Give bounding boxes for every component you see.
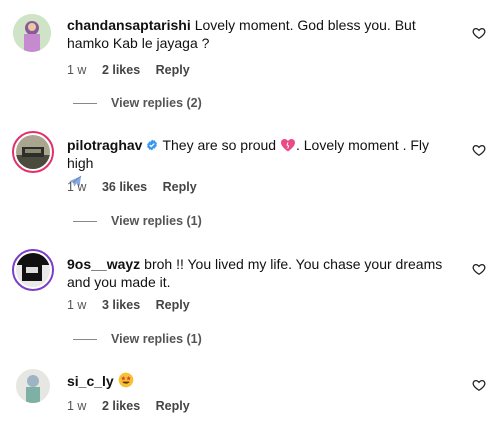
comment-text: si_c_ly (67, 372, 458, 390)
divider-line (73, 339, 97, 341)
comment-body: They are so proud (162, 137, 277, 153)
reply-button[interactable]: Reply (156, 298, 190, 312)
view-replies-label: View replies (2) (111, 96, 202, 110)
username[interactable]: chandansaptarishi (67, 17, 191, 33)
comment-text: chandansaptarishi Lovely moment. God bles… (67, 16, 458, 52)
view-replies-label: View replies (1) (111, 332, 202, 346)
pink-heart-emoji (280, 138, 295, 152)
view-replies-button[interactable]: View replies (1) (73, 214, 202, 228)
username[interactable]: si_c_ly (67, 373, 114, 389)
comment-age: 1 w (67, 298, 87, 312)
star-struck-emoji (118, 372, 134, 388)
comment-age: 1 w (67, 180, 87, 194)
avatar[interactable] (16, 369, 50, 403)
avatar[interactable] (12, 131, 54, 173)
like-heart-icon[interactable] (472, 262, 486, 276)
reply-button[interactable]: Reply (156, 399, 190, 413)
like-heart-icon[interactable] (472, 26, 486, 40)
view-replies-button[interactable]: View replies (2) (73, 96, 202, 110)
avatar-image (16, 253, 50, 287)
likes-count[interactable]: 36 likes (102, 180, 147, 194)
likes-count[interactable]: 3 likes (102, 298, 140, 312)
view-replies-label: View replies (1) (111, 214, 202, 228)
view-replies-button[interactable]: View replies (1) (73, 332, 202, 346)
comment-text: 9os__wayz broh !! You lived my life. You … (67, 255, 458, 291)
divider-line (73, 103, 97, 105)
comment-meta: 1 w 2 likes Reply (67, 399, 202, 413)
likes-count[interactable]: 2 likes (102, 63, 140, 77)
avatar[interactable] (12, 249, 54, 291)
comment-age: 1 w (67, 63, 87, 77)
like-heart-icon[interactable] (472, 143, 486, 157)
avatar[interactable] (13, 14, 51, 52)
like-heart-icon[interactable] (472, 378, 486, 392)
likes-count[interactable]: 2 likes (102, 399, 140, 413)
verified-badge-icon (147, 139, 158, 151)
comment-meta: 1 w 36 likes Reply (67, 180, 209, 194)
avatar-image (13, 14, 51, 52)
reply-button[interactable]: Reply (156, 63, 190, 77)
comment-meta: 1 w 2 likes Reply (67, 63, 202, 77)
username[interactable]: 9os__wayz (67, 256, 140, 272)
avatar-image (16, 369, 50, 403)
divider-line (73, 221, 97, 223)
comment-age: 1 w (67, 399, 87, 413)
avatar-image (16, 135, 50, 169)
reply-button[interactable]: Reply (163, 180, 197, 194)
comment-meta: 1 w 3 likes Reply (67, 298, 202, 312)
username[interactable]: pilotraghav (67, 137, 142, 153)
